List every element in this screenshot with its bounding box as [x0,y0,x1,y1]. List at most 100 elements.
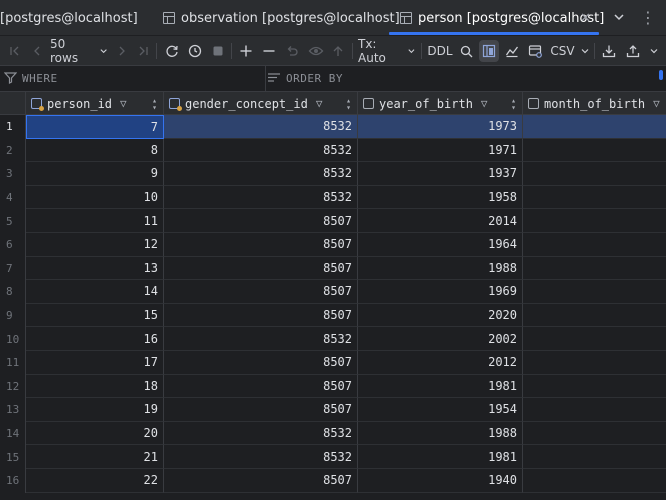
table-cell-person-id[interactable]: 11 [26,209,164,233]
previous-page-icon[interactable] [28,36,46,66]
table-cell-gender-concept-id[interactable]: 8507 [164,351,358,375]
more-vertical-icon[interactable]: ⋮ [640,8,656,27]
table-cell-year-of-birth[interactable]: 1940 [358,469,523,493]
table-cell-month-of-birth[interactable] [523,351,666,375]
column-header-gender-concept-id[interactable]: gender_concept_id ▽ ▴ ▾ [164,92,358,115]
table-cell-year-of-birth[interactable]: 2002 [358,327,523,351]
table-row[interactable]: 6 12 8507 1964 [0,233,666,257]
table-cell-month-of-birth[interactable] [523,233,666,257]
table-cell-gender-concept-id[interactable]: 8507 [164,233,358,257]
table-cell-person-id[interactable]: 19 [26,398,164,422]
table-cell-gender-concept-id[interactable]: 8507 [164,256,358,281]
table-row[interactable]: 3 9 8532 1937 [0,162,666,186]
preview-changes-icon[interactable] [306,36,326,66]
table-cell-year-of-birth[interactable]: 1981 [358,445,523,469]
table-cell-gender-concept-id[interactable]: 8532 [164,185,358,210]
tab-person[interactable]: person [postgres@localhost] [400,0,604,36]
search-icon[interactable] [457,36,475,66]
table-cell-gender-concept-id[interactable]: 8532 [164,327,358,351]
transaction-mode-dropdown[interactable]: Tx: Auto [358,36,416,66]
table-cell-year-of-birth[interactable]: 1971 [358,138,523,163]
table-cell-person-id[interactable]: 8 [26,138,164,163]
table-row[interactable]: 12 18 8507 1981 [0,374,666,399]
column-filter-icon[interactable]: ▽ [120,97,127,110]
table-row[interactable]: 7 13 8507 1988 [0,256,666,281]
table-cell-gender-concept-id[interactable]: 8532 [164,421,358,446]
close-tab-icon[interactable]: ✕ [580,11,591,26]
table-row[interactable]: 13 19 8507 1954 [0,398,666,422]
table-cell-month-of-birth[interactable] [523,421,666,446]
export-format-dropdown[interactable]: CSV [550,36,590,66]
table-cell-month-of-birth[interactable] [523,280,666,304]
column-filter-icon[interactable]: ▽ [653,97,660,110]
where-filter-input[interactable]: WHERE [22,72,58,85]
stop-icon[interactable] [209,36,227,66]
table-row[interactable]: 1 7 8532 1973 [0,115,666,139]
table-cell-month-of-birth[interactable] [523,162,666,186]
table-row[interactable]: 2 8 8532 1971 [0,138,666,163]
column-header-month-of-birth[interactable]: month_of_birth ▽ [523,92,666,115]
table-cell-person-id[interactable]: 12 [26,233,164,257]
table-cell-month-of-birth[interactable] [523,209,666,233]
order-by-input[interactable]: ORDER BY [286,72,343,85]
table-cell-person-id[interactable]: 22 [26,469,164,493]
table-cell-year-of-birth[interactable]: 2020 [358,303,523,328]
sort-toggle-icon[interactable]: ▴ ▾ [346,96,351,111]
table-cell-month-of-birth[interactable] [523,469,666,493]
column-filter-icon[interactable]: ▽ [316,97,323,110]
table-cell-year-of-birth[interactable]: 1954 [358,398,523,422]
table-cell-person-id[interactable]: 7 [26,115,164,139]
table-row[interactable]: 5 11 8507 2014 [0,209,666,233]
table-cell-month-of-birth[interactable] [523,256,666,281]
table-cell-gender-concept-id[interactable]: 8532 [164,162,358,186]
revert-icon[interactable] [283,36,301,66]
table-cell-year-of-birth[interactable]: 2014 [358,209,523,233]
table-cell-person-id[interactable]: 9 [26,162,164,186]
table-cell-year-of-birth[interactable]: 1988 [358,256,523,281]
table-cell-year-of-birth[interactable]: 1937 [358,162,523,186]
upload-icon[interactable] [624,36,642,66]
chevron-down-icon[interactable] [645,36,663,66]
chevron-down-icon[interactable] [612,10,626,24]
last-page-icon[interactable] [134,36,152,66]
tab-observation[interactable]: observation [postgres@localhost] [163,0,400,36]
table-row[interactable]: 9 15 8507 2020 [0,303,666,328]
table-cell-gender-concept-id[interactable]: 8507 [164,303,358,328]
table-cell-gender-concept-id[interactable]: 8507 [164,280,358,304]
table-cell-gender-concept-id[interactable]: 8507 [164,398,358,422]
column-filter-icon[interactable]: ▽ [481,97,488,110]
submit-icon[interactable] [329,36,347,66]
table-cell-month-of-birth[interactable] [523,398,666,422]
table-row[interactable]: 14 20 8532 1988 [0,421,666,446]
table-cell-year-of-birth[interactable]: 2012 [358,351,523,375]
table-cell-month-of-birth[interactable] [523,445,666,469]
settings-grid-icon[interactable] [526,36,544,66]
table-cell-month-of-birth[interactable] [523,374,666,399]
ddl-button[interactable]: DDL [426,36,454,66]
column-header-year-of-birth[interactable]: year_of_birth ▽ ▴ ▾ [358,92,523,115]
table-cell-gender-concept-id[interactable]: 8507 [164,469,358,493]
table-cell-person-id[interactable]: 20 [26,421,164,446]
table-cell-year-of-birth[interactable]: 1958 [358,185,523,210]
table-row[interactable]: 10 16 8532 2002 [0,327,666,351]
sort-toggle-icon[interactable]: ▴ ▾ [152,96,157,111]
table-cell-gender-concept-id[interactable]: 8507 [164,209,358,233]
first-page-icon[interactable] [6,36,24,66]
table-row[interactable]: 16 22 8507 1940 [0,469,666,493]
tab-postgres-console[interactable]: [postgres@localhost] [0,0,138,36]
table-row[interactable]: 8 14 8507 1969 [0,280,666,304]
table-cell-gender-concept-id[interactable]: 8532 [164,115,358,139]
chart-icon[interactable] [503,36,521,66]
table-cell-month-of-birth[interactable] [523,303,666,328]
table-cell-year-of-birth[interactable]: 1969 [358,280,523,304]
table-cell-month-of-birth[interactable] [523,327,666,351]
table-cell-gender-concept-id[interactable]: 8532 [164,445,358,469]
table-cell-person-id[interactable]: 15 [26,303,164,328]
table-cell-gender-concept-id[interactable]: 8532 [164,138,358,163]
table-view-icon[interactable] [479,40,499,62]
table-cell-year-of-birth[interactable]: 1964 [358,233,523,257]
history-clock-icon[interactable] [186,36,204,66]
table-row[interactable]: 11 17 8507 2012 [0,351,666,375]
table-row[interactable]: 15 21 8532 1981 [0,445,666,469]
table-cell-gender-concept-id[interactable]: 8507 [164,374,358,399]
